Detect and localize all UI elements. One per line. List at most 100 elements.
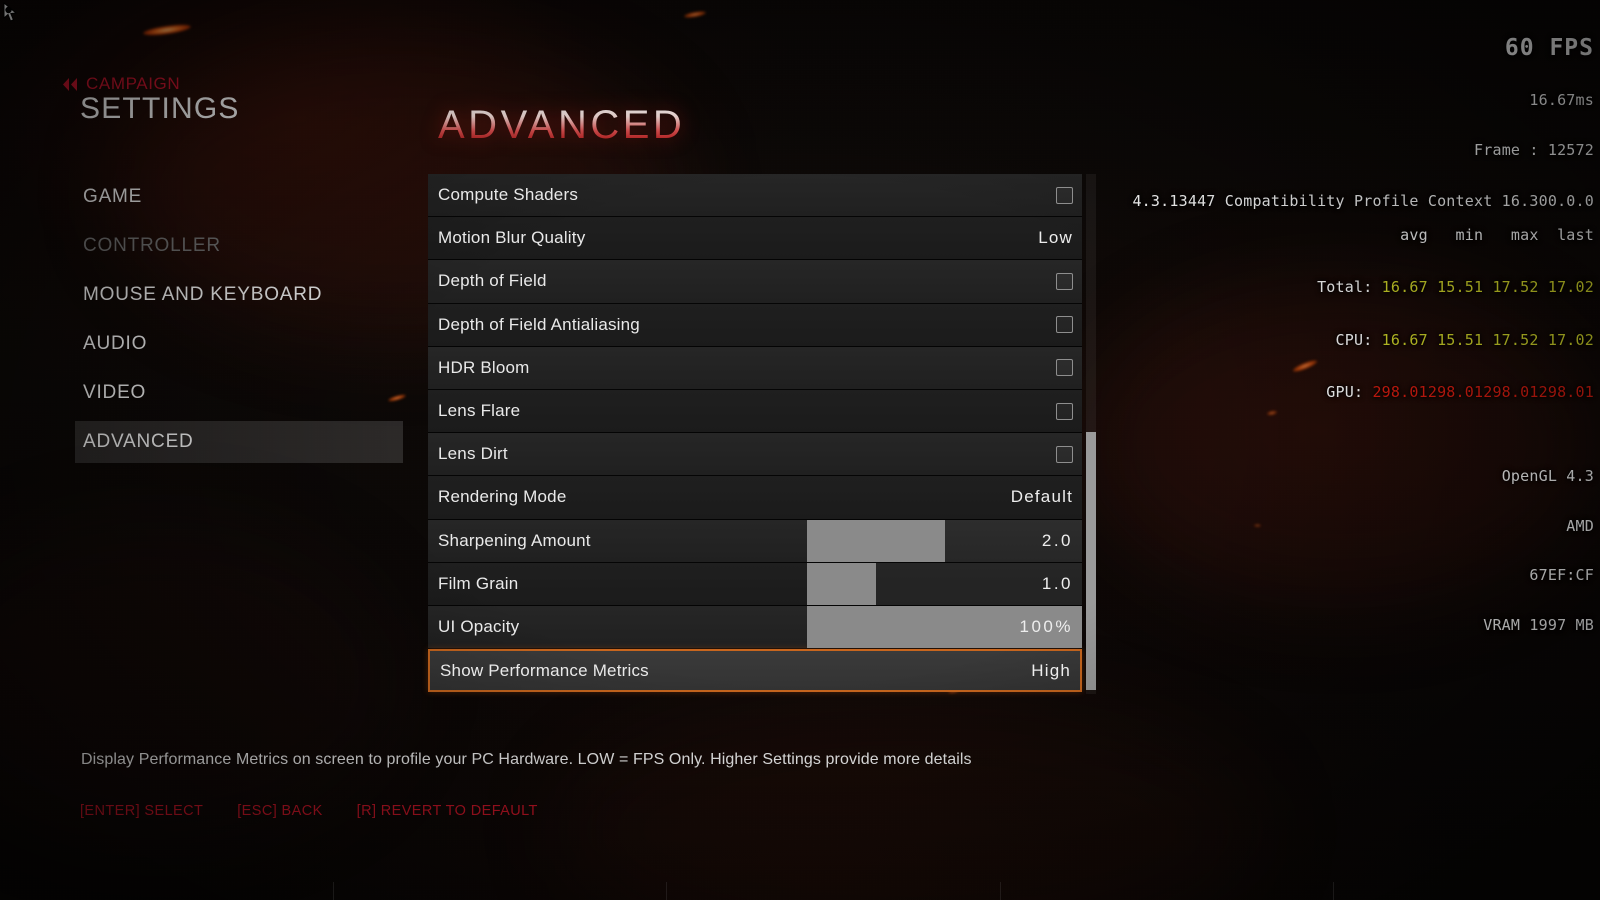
- option-value: 2.0: [1041, 530, 1073, 550]
- option-row-film-grain[interactable]: Film Grain 1.0: [428, 562, 1082, 606]
- game-settings-screen: 60 FPS 16.67ms Frame : 12572 avg min max…: [0, 0, 1600, 900]
- option-row-lens-dirt[interactable]: Lens Dirt: [428, 433, 1082, 477]
- option-control[interactable]: [1056, 347, 1082, 389]
- perf-fps: 60 FPS: [1504, 35, 1594, 61]
- checkbox-unchecked-icon[interactable]: [1056, 402, 1073, 420]
- sidebar-item-label: AUDIO: [83, 333, 148, 354]
- sidebar-item-advanced[interactable]: ADVANCED: [75, 421, 403, 463]
- sidebar-item-label: MOUSE AND KEYBOARD: [83, 284, 323, 305]
- perf-row-label: Total:: [1317, 278, 1373, 297]
- option-value: 1.0: [1041, 573, 1073, 593]
- screen-seam: [333, 882, 334, 900]
- panel-title: ADVANCED: [438, 103, 686, 147]
- ember-spark: [683, 10, 707, 19]
- option-label: Lens Flare: [438, 401, 521, 421]
- option-label: Lens Dirt: [438, 444, 508, 464]
- option-row-rendering-mode[interactable]: Rendering Mode Default: [428, 476, 1082, 520]
- slider-track[interactable]: [807, 562, 1082, 605]
- option-row-ui-opacity[interactable]: UI Opacity 100%: [428, 605, 1082, 650]
- option-control[interactable]: Low: [1038, 217, 1082, 259]
- option-value: Low: [1038, 228, 1073, 248]
- option-control[interactable]: High: [1031, 651, 1080, 690]
- ember-spark: [142, 22, 192, 38]
- ember-spark: [1266, 410, 1278, 416]
- screen-seam: [1333, 882, 1334, 900]
- checkbox-unchecked-icon[interactable]: [1056, 316, 1073, 334]
- perf-stats-table: avg min max last Total: 16.67 15.51 17.5…: [1308, 193, 1594, 436]
- option-control[interactable]: 2.0: [1042, 520, 1082, 562]
- hint-esc-back[interactable]: [ESC] BACK: [237, 803, 322, 819]
- perf-vendor: AMD: [1566, 516, 1594, 535]
- option-row-lens-flare[interactable]: Lens Flare: [428, 389, 1082, 434]
- perf-row-label: CPU:: [1317, 330, 1373, 349]
- advanced-options-list: Compute Shaders Motion Blur Quality Low …: [428, 174, 1082, 693]
- sidebar-item-audio[interactable]: AUDIO: [75, 323, 395, 365]
- options-scrollbar-thumb[interactable]: [1086, 432, 1096, 690]
- option-row-hdr-bloom[interactable]: HDR Bloom: [428, 346, 1082, 390]
- perf-frametime: 16.67ms: [1529, 91, 1594, 110]
- checkbox-unchecked-icon[interactable]: [1056, 359, 1073, 377]
- perf-vram: VRAM 1997 MB: [1483, 616, 1594, 635]
- sidebar-item-video[interactable]: VIDEO: [75, 372, 395, 414]
- perf-row-total: Total: 16.67 15.51 17.52 17.02: [1308, 279, 1594, 296]
- option-control[interactable]: 1.0: [1042, 563, 1082, 605]
- perf-device-id: 67EF:CF: [1529, 566, 1594, 585]
- option-label: Sharpening Amount: [438, 530, 591, 550]
- option-row-compute-shaders[interactable]: Compute Shaders: [428, 174, 1082, 218]
- checkbox-unchecked-icon[interactable]: [1056, 445, 1073, 463]
- perf-row-gpu: GPU: 298.01298.01298.01298.01: [1307, 382, 1594, 401]
- option-value: Default: [1010, 487, 1073, 507]
- slider-track[interactable]: [807, 519, 1082, 562]
- hint-revert-default[interactable]: [R] REVERT TO DEFAULT: [357, 803, 538, 819]
- option-label: HDR Bloom: [438, 357, 530, 377]
- perf-row-values: 298.01298.01298.01298.01: [1363, 382, 1594, 401]
- option-value: High: [1031, 660, 1071, 680]
- options-scrollbar-track[interactable]: [1086, 174, 1096, 694]
- option-control[interactable]: [1056, 174, 1082, 216]
- sidebar-item-label: ADVANCED: [83, 431, 194, 452]
- back-to-campaign-button[interactable]: CAMPAIGN: [62, 74, 180, 94]
- option-control[interactable]: Default: [1011, 476, 1082, 518]
- option-value: 100%: [1019, 616, 1073, 636]
- sidebar-item-mouse-and-keyboard[interactable]: MOUSE AND KEYBOARD: [75, 274, 395, 316]
- option-control[interactable]: 100%: [1020, 606, 1082, 648]
- key-hints-bar: [ENTER] SELECT [ESC] BACK [R] REVERT TO …: [80, 803, 538, 819]
- sidebar-item-label: VIDEO: [83, 382, 147, 403]
- option-row-show-performance-metrics[interactable]: Show Performance Metrics High: [428, 649, 1082, 693]
- sidebar-item-game[interactable]: GAME: [75, 176, 395, 218]
- option-label: Film Grain: [438, 573, 519, 593]
- option-label: Depth of Field Antialiasing: [438, 314, 640, 334]
- option-row-depth-of-field[interactable]: Depth of Field: [428, 260, 1082, 304]
- ember-spark: [1254, 524, 1261, 527]
- sidebar-item-controller[interactable]: CONTROLLER: [75, 225, 395, 267]
- option-row-sharpening-amount[interactable]: Sharpening Amount 2.0: [428, 519, 1082, 563]
- checkbox-unchecked-icon[interactable]: [1056, 186, 1073, 204]
- option-row-depth-of-field-antialiasing[interactable]: Depth of Field Antialiasing: [428, 303, 1082, 347]
- screen-seam: [666, 882, 667, 900]
- option-control[interactable]: [1056, 260, 1082, 302]
- perf-api: OpenGL 4.3: [1501, 466, 1594, 485]
- option-label: Show Performance Metrics: [440, 660, 649, 680]
- option-control[interactable]: [1056, 433, 1082, 475]
- performance-metrics-overlay: 60 FPS 16.67ms Frame : 12572 avg min max…: [1308, 4, 1594, 667]
- background-smoke: [0, 520, 400, 840]
- page-title: SETTINGS: [80, 92, 240, 125]
- option-control[interactable]: [1056, 304, 1082, 346]
- option-label: Depth of Field: [438, 271, 547, 291]
- option-help-text: Display Performance Metrics on screen to…: [81, 751, 972, 768]
- perf-table-header: avg min max last: [1354, 226, 1594, 245]
- checkbox-unchecked-icon[interactable]: [1056, 272, 1073, 290]
- perf-row-label: GPU:: [1307, 382, 1364, 401]
- pointer-cursor-icon: [3, 2, 18, 22]
- background-smoke: [560, 700, 1260, 900]
- slider-fill: [807, 519, 945, 562]
- option-label: Compute Shaders: [438, 185, 579, 205]
- option-control[interactable]: [1056, 390, 1082, 432]
- sidebar-item-label: CONTROLLER: [83, 235, 221, 256]
- perf-row-cpu: CPU: 16.67 15.51 17.52 17.02: [1308, 330, 1594, 349]
- perf-context-string: 4.3.13447 Compatibility Profile Context …: [1132, 192, 1594, 210]
- hint-enter-select[interactable]: [ENTER] SELECT: [80, 803, 203, 819]
- perf-frame-count: Frame : 12572: [1474, 140, 1594, 159]
- option-row-motion-blur-quality[interactable]: Motion Blur Quality Low: [428, 217, 1082, 261]
- option-label: Rendering Mode: [438, 487, 567, 507]
